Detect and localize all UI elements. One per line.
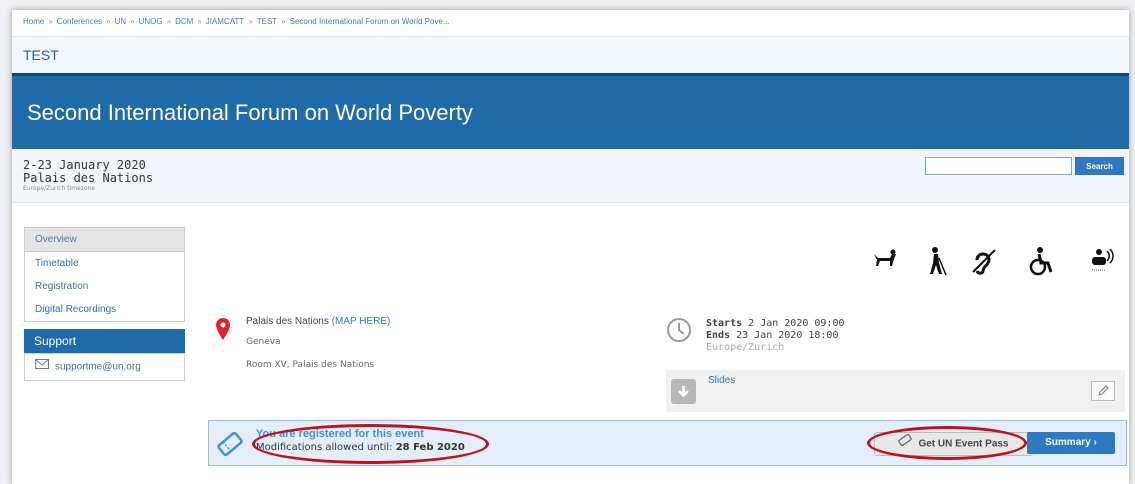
breadcrumb-current: Second International Forum on World Pove… [289, 17, 450, 26]
download-folder-icon [671, 379, 696, 404]
support-email-link[interactable]: supportme@un.org [55, 362, 141, 373]
slides-link[interactable]: Slides [708, 375, 735, 386]
sidebar-menu: Overview Timetable Registration Digital … [24, 227, 185, 322]
location-city: Geneva [246, 337, 281, 347]
support-box: supportme@un.org [24, 353, 185, 381]
starts-label: Starts [706, 318, 743, 329]
blind-cane-icon [926, 246, 948, 276]
highlight-oval-pass-button [867, 426, 1027, 460]
highlight-oval-registration [252, 424, 489, 464]
search-button[interactable]: Search [1075, 157, 1124, 175]
schedule-timezone: Europe/Zurich [706, 342, 785, 353]
timezone-note: Europe/Zurich timezone [23, 185, 96, 192]
clock-icon [666, 317, 692, 347]
ends-label: Ends [706, 330, 731, 341]
event-banner: Second International Forum on World Pove… [12, 73, 1129, 152]
ticket-icon [216, 430, 244, 462]
category-title[interactable]: TEST [23, 47, 59, 63]
envelope-icon [35, 354, 49, 380]
search-input[interactable] [925, 157, 1072, 175]
sidebar-item-digital-recordings[interactable]: Digital Recordings [25, 298, 184, 321]
location-room: Room XV, Palais des Nations [246, 360, 375, 370]
chevron-right-icon: › [1093, 437, 1097, 448]
ends-value: 23 Jan 2020 18:00 [736, 330, 839, 341]
breadcrumb-home[interactable]: Home [23, 17, 44, 26]
summary-button[interactable]: Summary › [1027, 432, 1115, 454]
event-venue: Palais des Nations [23, 171, 154, 185]
map-pin-icon [216, 318, 230, 344]
breadcrumb-dcm[interactable]: DCM [175, 17, 193, 26]
breadcrumb-jiamcatt[interactable]: JIAMCATT [206, 17, 245, 26]
breadcrumb: Home» Conferences» UN» UNOG» DCM» JIAMCATT» TE… [23, 17, 450, 26]
edit-pencil-icon[interactable] [1091, 381, 1115, 401]
event-info-bar: 2-23 January 2020 Palais des Nations Eur… [12, 149, 1129, 203]
sidebar: Overview Timetable Registration Digital … [24, 227, 185, 381]
map-link[interactable]: (MAP HERE) [332, 316, 391, 327]
breadcrumb-test[interactable]: TEST [257, 17, 277, 26]
support-header: Support [24, 329, 185, 353]
hearing-loop-icon [969, 246, 997, 276]
guide-dog-icon [872, 246, 898, 268]
sidebar-item-timetable[interactable]: Timetable [25, 252, 184, 275]
breadcrumb-conferences[interactable]: Conferences [57, 17, 102, 26]
starts-value: 2 Jan 2020 09:00 [748, 318, 845, 329]
location-venue: Palais des Nations [246, 316, 329, 327]
page: Home» Conferences» UN» UNOG» DCM» JIAMCATT» TE… [12, 10, 1129, 484]
wheelchair-icon [1028, 246, 1054, 276]
category-bar: TEST [12, 36, 1129, 73]
schedule: Starts 2 Jan 2020 09:00 Ends 23 Jan 2020… [706, 318, 844, 354]
sidebar-item-registration[interactable]: Registration [25, 275, 184, 298]
search-form: Search [925, 157, 1125, 175]
materials-slides: Slides [666, 370, 1125, 412]
summary-button-label: Summary [1045, 437, 1091, 448]
breadcrumb-unog[interactable]: UNOG [139, 17, 163, 26]
event-dates: 2-23 January 2020 Palais des Nations [23, 159, 153, 185]
location-name: Palais des Nations (MAP HERE) [246, 316, 390, 327]
sidebar-item-overview[interactable]: Overview [25, 228, 184, 252]
sign-language-icon [1086, 246, 1116, 278]
event-title: Second International Forum on World Pove… [27, 100, 473, 125]
breadcrumb-un[interactable]: UN [115, 17, 127, 26]
